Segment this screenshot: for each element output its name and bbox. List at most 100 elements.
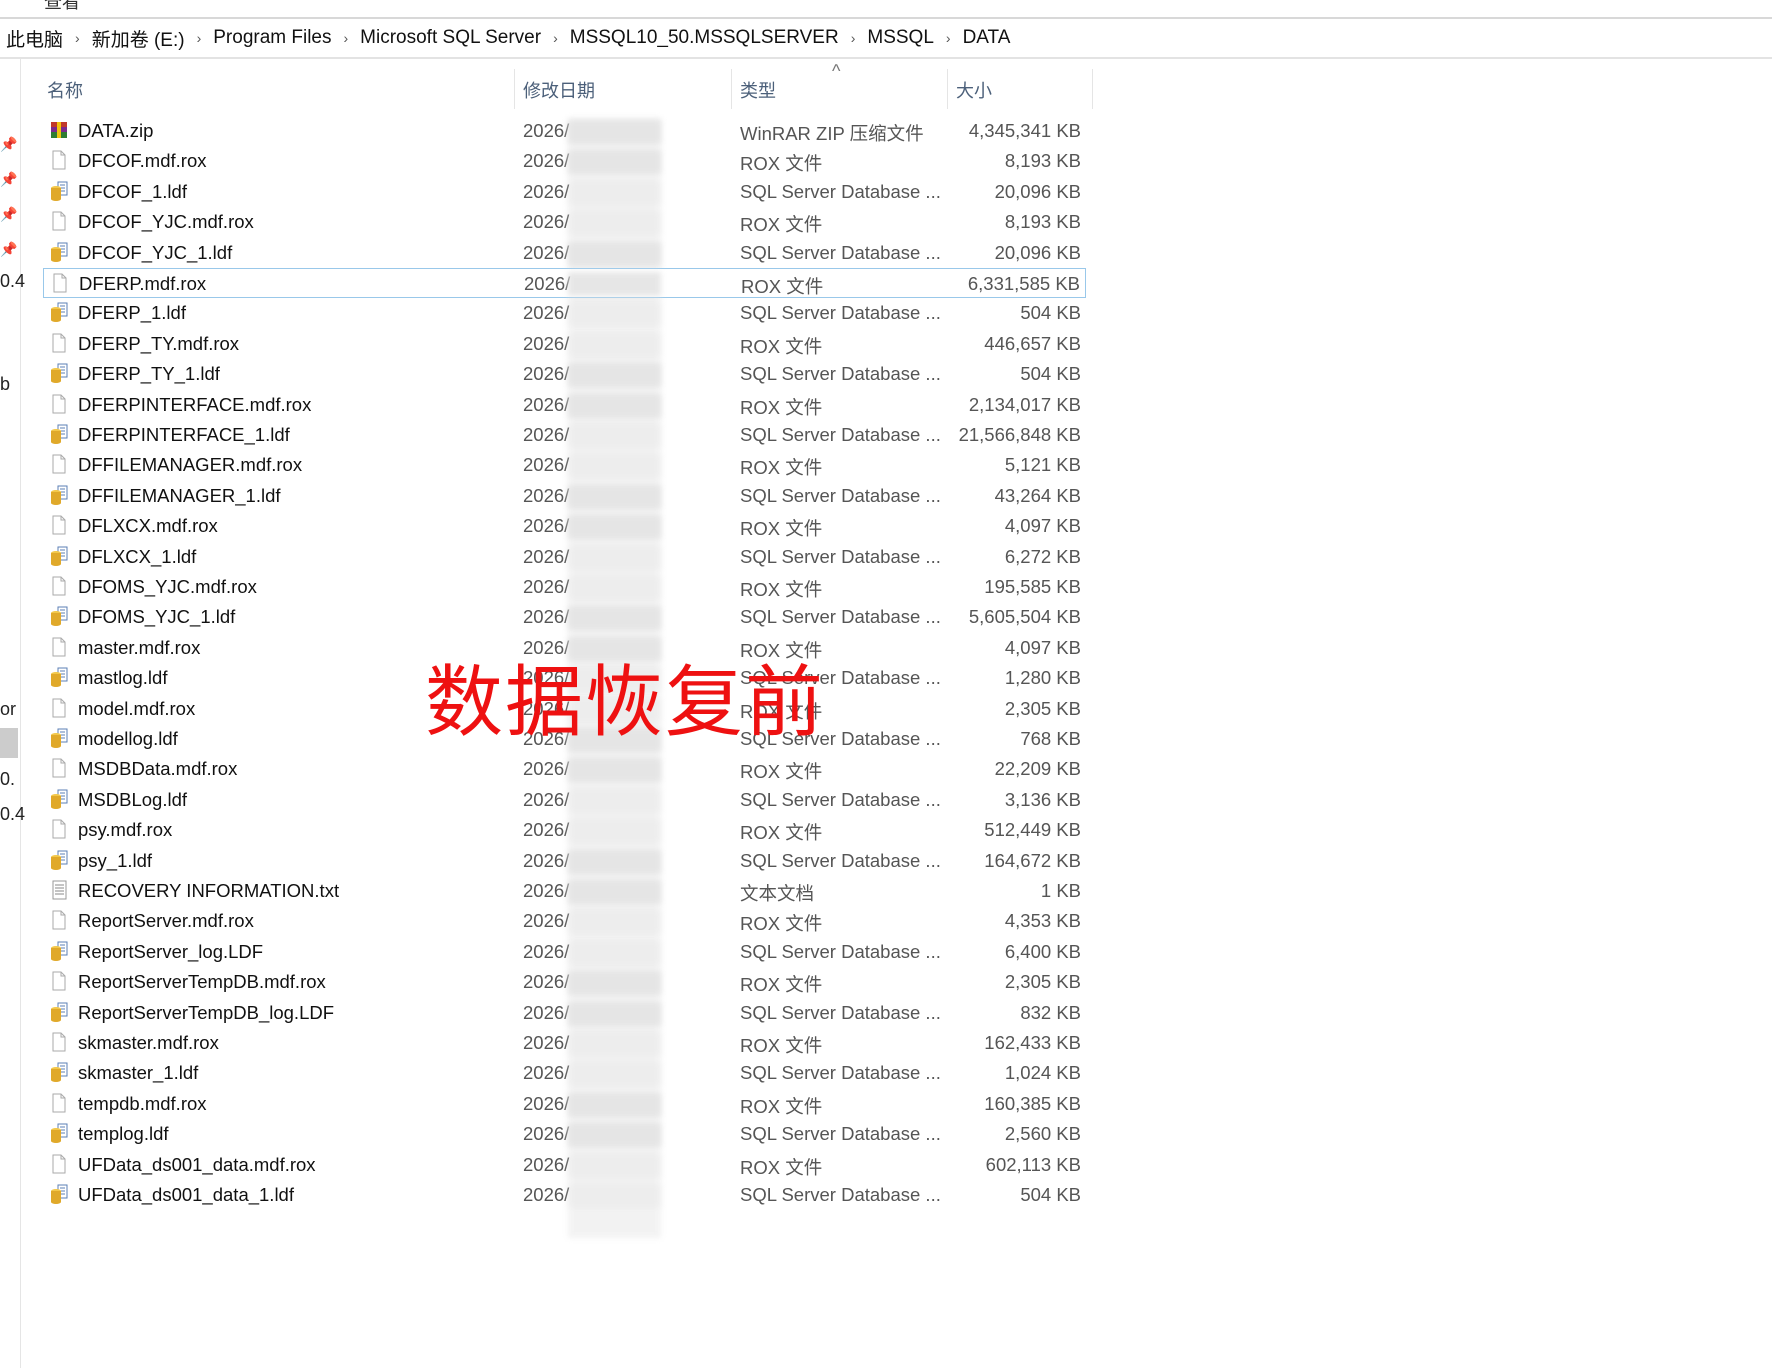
breadcrumb-item[interactable]: Program Files	[207, 27, 337, 49]
chevron-right-icon[interactable]: ›	[338, 30, 355, 46]
chevron-right-icon[interactable]: ›	[547, 30, 564, 46]
file-name: DFERP_1.ldf	[78, 302, 186, 324]
file-name: DFERPINTERFACE.mdf.rox	[78, 393, 312, 415]
file-row[interactable]: DFCOF_1.ldf 2026/ SQL Server Database ..…	[43, 177, 1086, 207]
breadcrumb-item[interactable]: MSSQL10_50.MSSQLSERVER	[564, 27, 845, 49]
file-row[interactable]: ReportServerTempDB_log.LDF 2026/ SQL Ser…	[43, 998, 1086, 1028]
pin-icon[interactable]: 📌	[0, 206, 17, 223]
nav-fragment[interactable]: 0.4	[0, 271, 25, 292]
nav-fragment[interactable]: 0.4	[0, 804, 25, 825]
redacted-date	[568, 1032, 661, 1056]
nav-fragment[interactable]: b	[0, 374, 10, 395]
breadcrumb-item[interactable]: 此电脑	[0, 25, 69, 52]
file-file-icon	[50, 910, 68, 930]
redacted-date	[568, 819, 661, 844]
file-row[interactable]: DFERP_TY.mdf.rox 2026/ ROX 文件 446,657 KB	[43, 329, 1086, 359]
file-type: SQL Server Database ...	[740, 849, 941, 871]
file-row[interactable]: RECOVERY INFORMATION.txt 2026/ 文本文档 1 KB	[43, 876, 1086, 906]
nav-fragment[interactable]: or	[0, 699, 16, 720]
menu-view[interactable]: 查看	[44, 0, 80, 14]
file-size: 504 KB	[1020, 302, 1081, 324]
file-size: 6,272 KB	[1004, 545, 1081, 567]
file-row[interactable]: DFERP_1.ldf 2026/ SQL Server Database ..…	[43, 298, 1086, 328]
column-divider[interactable]	[731, 69, 732, 109]
file-name: DFERP_TY.mdf.rox	[78, 332, 240, 354]
chevron-right-icon[interactable]: ›	[69, 30, 86, 46]
breadcrumb-item[interactable]: Microsoft SQL Server	[354, 27, 547, 49]
file-row[interactable]: DATA.zip 2026/ WinRAR ZIP 压缩文件 4,345,341…	[43, 116, 1086, 146]
file-row[interactable]: skmaster_1.ldf 2026/ SQL Server Database…	[43, 1058, 1086, 1088]
redacted-date	[568, 1062, 661, 1087]
file-row[interactable]: skmaster.mdf.rox 2026/ ROX 文件 162,433 KB	[43, 1028, 1086, 1058]
file-row[interactable]: psy.mdf.rox 2026/ ROX 文件 512,449 KB	[43, 815, 1086, 845]
file-row[interactable]: DFOMS_YJC.mdf.rox 2026/ ROX 文件 195,585 K…	[43, 572, 1086, 602]
file-name: ReportServerTempDB_log.LDF	[78, 1001, 335, 1023]
file-file-icon	[50, 454, 68, 474]
breadcrumb-item[interactable]: MSSQL	[861, 27, 940, 49]
file-row[interactable]: DFFILEMANAGER_1.ldf 2026/ SQL Server Dat…	[43, 481, 1086, 511]
file-type: 文本文档	[740, 883, 815, 904]
file-row[interactable]: ReportServer_log.LDF 2026/ SQL Server Da…	[43, 937, 1086, 967]
file-name: psy.mdf.rox	[78, 819, 173, 841]
column-divider[interactable]	[1092, 69, 1093, 109]
file-row[interactable]: UFData_ds001_data.mdf.rox 2026/ ROX 文件 6…	[43, 1150, 1086, 1180]
file-row[interactable]: ReportServerTempDB.mdf.rox 2026/ ROX 文件 …	[43, 967, 1086, 997]
file-type: ROX 文件	[740, 518, 823, 540]
file-size: 1,280 KB	[1004, 667, 1081, 689]
nav-selected-item[interactable]	[0, 728, 18, 758]
file-name: UFData_ds001_data.mdf.rox	[78, 1153, 316, 1175]
file-row[interactable]: psy_1.ldf 2026/ SQL Server Database ... …	[43, 846, 1086, 876]
db-file-icon	[50, 242, 68, 262]
file-file-icon	[50, 1154, 68, 1174]
file-row[interactable]: DFERP.mdf.rox 2026/ ROX 文件 6,331,585 KB	[43, 268, 1086, 298]
file-type: ROX 文件	[740, 822, 823, 844]
chevron-right-icon[interactable]: ›	[191, 30, 208, 46]
redacted-date	[568, 180, 661, 205]
file-row[interactable]: DFLXCX_1.ldf 2026/ SQL Server Database .…	[43, 542, 1086, 572]
file-row[interactable]: DFERPINTERFACE_1.ldf 2026/ SQL Server Da…	[43, 420, 1086, 450]
file-type: SQL Server Database ...	[740, 606, 941, 628]
file-row[interactable]: DFCOF_YJC_1.ldf 2026/ SQL Server Databas…	[43, 238, 1086, 268]
file-file-icon	[51, 273, 69, 293]
redacted-date	[568, 545, 661, 570]
db-file-icon	[50, 181, 68, 201]
column-name[interactable]: 名称	[47, 77, 83, 103]
file-row[interactable]: DFERPINTERFACE.mdf.rox 2026/ ROX 文件 2,13…	[43, 390, 1086, 420]
file-size: 6,331,585 KB	[967, 273, 1080, 294]
file-date: 2026/	[524, 273, 571, 294]
file-size: 5,605,504 KB	[968, 606, 1081, 628]
file-size: 20,096 KB	[994, 241, 1081, 263]
redacted-date	[568, 454, 661, 479]
file-size: 195,585 KB	[984, 576, 1081, 597]
file-row[interactable]: DFLXCX.mdf.rox 2026/ ROX 文件 4,097 KB	[43, 511, 1086, 541]
file-row[interactable]: UFData_ds001_data_1.ldf 2026/ SQL Server…	[43, 1180, 1086, 1210]
column-date[interactable]: 修改日期	[523, 77, 595, 103]
nav-fragment[interactable]: 0.	[0, 769, 15, 790]
file-row[interactable]: DFOMS_YJC_1.ldf 2026/ SQL Server Databas…	[43, 602, 1086, 632]
breadcrumb-item[interactable]: DATA	[957, 27, 1017, 49]
column-divider[interactable]	[514, 69, 515, 109]
db-file-icon	[50, 728, 68, 748]
column-divider[interactable]	[947, 69, 948, 109]
pin-icon[interactable]: 📌	[0, 171, 17, 188]
file-row[interactable]: ReportServer.mdf.rox 2026/ ROX 文件 4,353 …	[43, 906, 1086, 936]
breadcrumb-item[interactable]: 新加卷 (E:)	[86, 25, 191, 52]
file-row[interactable]: tempdb.mdf.rox 2026/ ROX 文件 160,385 KB	[43, 1089, 1086, 1119]
file-row[interactable]: MSDBLog.ldf 2026/ SQL Server Database ..…	[43, 785, 1086, 815]
file-row[interactable]: templog.ldf 2026/ SQL Server Database ..…	[43, 1119, 1086, 1149]
file-row[interactable]: MSDBData.mdf.rox 2026/ ROX 文件 22,209 KB	[43, 754, 1086, 784]
file-row[interactable]: DFFILEMANAGER.mdf.rox 2026/ ROX 文件 5,121…	[43, 450, 1086, 480]
chevron-right-icon[interactable]: ›	[940, 30, 957, 46]
pin-icon[interactable]: 📌	[0, 241, 17, 258]
file-size: 4,097 KB	[1004, 515, 1081, 537]
column-type[interactable]: 类型	[740, 77, 776, 103]
redacted-date	[568, 606, 661, 631]
chevron-right-icon[interactable]: ›	[845, 30, 862, 46]
column-size[interactable]: 大小	[956, 77, 992, 103]
file-row[interactable]: DFERP_TY_1.ldf 2026/ SQL Server Database…	[43, 359, 1086, 389]
pin-icon[interactable]: 📌	[0, 136, 17, 153]
file-row[interactable]: DFCOF.mdf.rox 2026/ ROX 文件 8,193 KB	[43, 146, 1086, 176]
file-row[interactable]: DFCOF_YJC.mdf.rox 2026/ ROX 文件 8,193 KB	[43, 207, 1086, 237]
file-type: SQL Server Database ...	[740, 1001, 941, 1023]
file-name: model.mdf.rox	[78, 697, 196, 719]
